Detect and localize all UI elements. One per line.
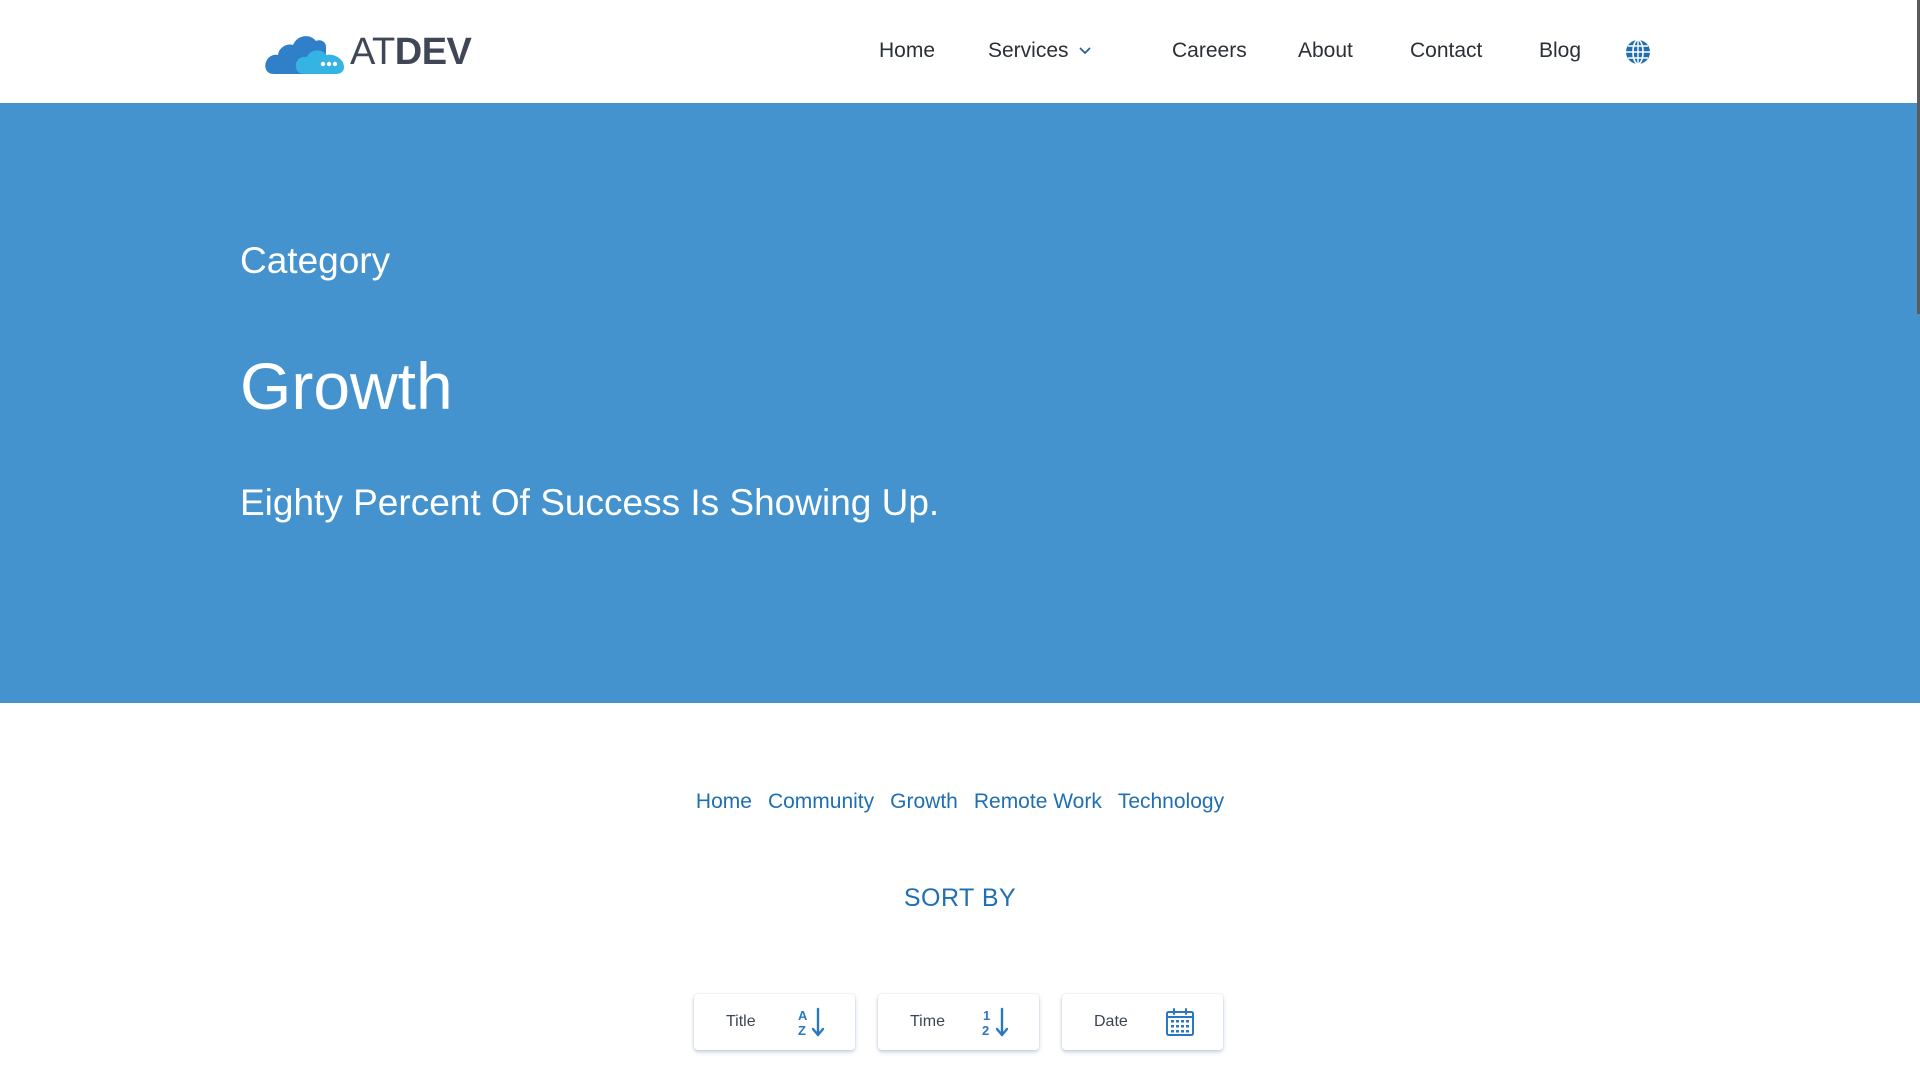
sort-by-time-label: Time: [910, 1013, 945, 1030]
svg-text:Z: Z: [798, 1023, 806, 1038]
category-link-community[interactable]: Community: [768, 788, 874, 816]
chevron-down-icon: [1079, 47, 1090, 54]
sort-by-title-label: Title: [726, 1013, 756, 1030]
hero-banner: Category Growth Eighty Percent Of Succes…: [0, 103, 1920, 703]
nav-services[interactable]: Services: [988, 37, 1091, 65]
category-link-technology[interactable]: Technology: [1118, 788, 1224, 816]
sort-buttons: Title A Z Time 1 2 Date: [694, 994, 1223, 1050]
hero-category-label: Category: [240, 240, 391, 281]
nav-home[interactable]: Home: [879, 37, 935, 65]
nav-blog[interactable]: Blog: [1539, 37, 1581, 65]
globe-icon: [1626, 39, 1650, 65]
category-nav: Home Community Growth Remote Work Techno…: [0, 788, 1920, 816]
nav-about[interactable]: About: [1298, 37, 1353, 65]
hero-subtitle: Eighty Percent Of Success Is Showing Up.: [240, 482, 940, 523]
sort-by-time-button[interactable]: Time 1 2: [878, 994, 1039, 1050]
svg-text:2: 2: [982, 1023, 989, 1038]
sort-by-date-label: Date: [1094, 1013, 1128, 1030]
sort-heading: SORT BY: [903, 884, 1017, 912]
sort-numeric-down-icon: 1 2: [982, 1007, 1009, 1038]
svg-text:1: 1: [983, 1008, 990, 1023]
main-nav: Home Services Careers About Contact Blog: [0, 0, 1920, 103]
sort-alpha-down-icon: A Z: [798, 1007, 825, 1038]
svg-text:A: A: [798, 1008, 808, 1023]
category-link-growth[interactable]: Growth: [890, 788, 958, 816]
sort-by-date-button[interactable]: Date: [1062, 994, 1223, 1050]
language-button[interactable]: [1624, 38, 1652, 66]
page-title: Growth: [240, 349, 453, 423]
sort-by-title-button[interactable]: Title A Z: [694, 994, 855, 1050]
nav-careers[interactable]: Careers: [1172, 37, 1247, 65]
category-link-remote-work[interactable]: Remote Work: [974, 788, 1102, 816]
calendar-icon: [1166, 1008, 1194, 1036]
nav-contact[interactable]: Contact: [1410, 37, 1482, 65]
site-header: ATDEV Home Services Careers About Contac…: [0, 0, 1920, 103]
category-link-home[interactable]: Home: [696, 788, 752, 816]
nav-services-label: Services: [988, 39, 1069, 62]
